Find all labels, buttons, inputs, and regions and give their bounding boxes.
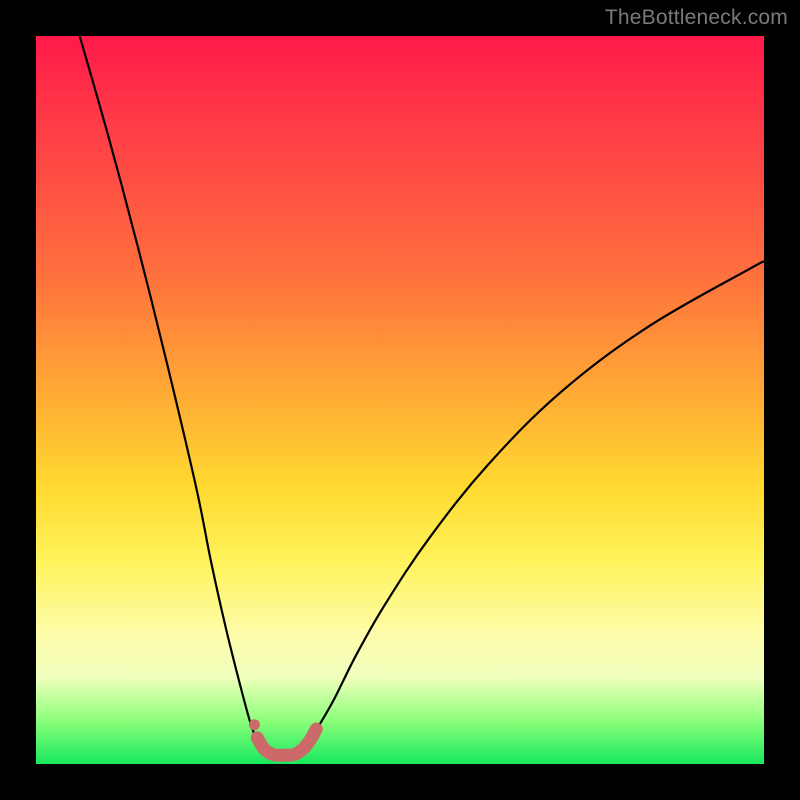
plot-area [36, 36, 764, 764]
outer-frame: TheBottleneck.com [0, 0, 800, 800]
highlight-segment [257, 729, 316, 755]
bottleneck-curve [80, 36, 764, 756]
watermark-text: TheBottleneck.com [605, 6, 788, 30]
chart-svg [36, 36, 764, 764]
marker-layer [249, 719, 316, 755]
curve-layer [80, 36, 764, 756]
highlight-dot [249, 719, 260, 730]
